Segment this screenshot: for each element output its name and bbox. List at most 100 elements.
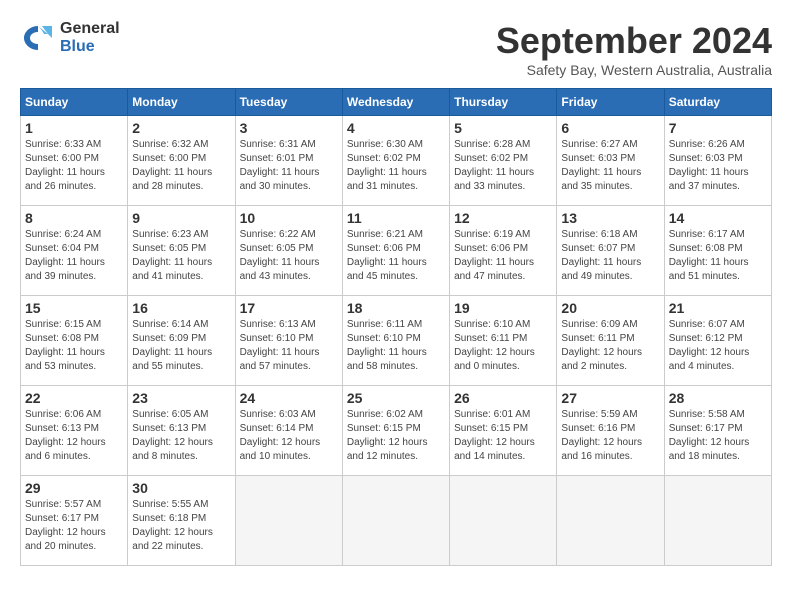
- calendar: SundayMondayTuesdayWednesdayThursdayFrid…: [20, 88, 772, 566]
- day-number: 13: [561, 210, 659, 226]
- day-info: Sunrise: 6:33 AMSunset: 6:00 PMDaylight:…: [25, 138, 123, 194]
- day-cell: 11 Sunrise: 6:21 AMSunset: 6:06 PMDayligh…: [342, 206, 449, 296]
- day-cell: 24 Sunrise: 6:03 AMSunset: 6:14 PMDayligh…: [235, 386, 342, 476]
- day-info: Sunrise: 6:24 AMSunset: 6:04 PMDaylight:…: [25, 228, 123, 284]
- day-cell: [664, 476, 771, 566]
- header-sunday: Sunday: [21, 89, 128, 116]
- day-info: Sunrise: 5:55 AMSunset: 6:18 PMDaylight:…: [132, 498, 230, 554]
- day-number: 2: [132, 120, 230, 136]
- day-number: 27: [561, 390, 659, 406]
- day-info: Sunrise: 6:01 AMSunset: 6:15 PMDaylight:…: [454, 408, 552, 464]
- logo: General Blue: [20, 20, 120, 56]
- week-row-4: 22 Sunrise: 6:06 AMSunset: 6:13 PMDayligh…: [21, 386, 772, 476]
- header-thursday: Thursday: [450, 89, 557, 116]
- title-area: September 2024 Safety Bay, Western Austr…: [496, 20, 772, 78]
- day-number: 23: [132, 390, 230, 406]
- day-number: 1: [25, 120, 123, 136]
- day-info: Sunrise: 6:17 AMSunset: 6:08 PMDaylight:…: [669, 228, 767, 284]
- day-cell: [557, 476, 664, 566]
- day-number: 11: [347, 210, 445, 226]
- day-info: Sunrise: 6:11 AMSunset: 6:10 PMDaylight:…: [347, 318, 445, 374]
- day-cell: 3Sunrise: 6:31 AMSunset: 6:01 PMDaylight…: [235, 116, 342, 206]
- day-cell: 8 Sunrise: 6:24 AMSunset: 6:04 PMDaylight…: [21, 206, 128, 296]
- day-cell: 4 Sunrise: 6:30 AMSunset: 6:02 PMDaylight…: [342, 116, 449, 206]
- day-info: Sunrise: 6:02 AMSunset: 6:15 PMDaylight:…: [347, 408, 445, 464]
- header-tuesday: Tuesday: [235, 89, 342, 116]
- day-cell: 1 Sunrise: 6:33 AMSunset: 6:00 PMDaylight…: [21, 116, 128, 206]
- day-number: 4: [347, 120, 445, 136]
- day-cell: 9 Sunrise: 6:23 AMSunset: 6:05 PMDaylight…: [128, 206, 235, 296]
- day-number: 12: [454, 210, 552, 226]
- day-cell: 20 Sunrise: 6:09 AMSunset: 6:11 PMDayligh…: [557, 296, 664, 386]
- day-info: Sunrise: 6:18 AMSunset: 6:07 PMDaylight:…: [561, 228, 659, 284]
- day-cell: 10 Sunrise: 6:22 AMSunset: 6:05 PMDayligh…: [235, 206, 342, 296]
- day-cell: [342, 476, 449, 566]
- day-cell: 18 Sunrise: 6:11 AMSunset: 6:10 PMDayligh…: [342, 296, 449, 386]
- day-info: Sunrise: 6:23 AMSunset: 6:05 PMDaylight:…: [132, 228, 230, 284]
- day-cell: 23 Sunrise: 6:05 AMSunset: 6:13 PMDayligh…: [128, 386, 235, 476]
- day-info: Sunrise: 6:21 AMSunset: 6:06 PMDaylight:…: [347, 228, 445, 284]
- day-number: 26: [454, 390, 552, 406]
- header-friday: Friday: [557, 89, 664, 116]
- day-cell: 2 Sunrise: 6:32 AMSunset: 6:00 PMDaylight…: [128, 116, 235, 206]
- day-info: Sunrise: 6:22 AMSunset: 6:05 PMDaylight:…: [240, 228, 338, 284]
- day-info: Sunrise: 6:05 AMSunset: 6:13 PMDaylight:…: [132, 408, 230, 464]
- day-cell: [235, 476, 342, 566]
- day-number: 25: [347, 390, 445, 406]
- header: General Blue September 2024 Safety Bay, …: [20, 20, 772, 78]
- day-cell: 14Sunrise: 6:17 AMSunset: 6:08 PMDayligh…: [664, 206, 771, 296]
- logo-general: General: [60, 20, 120, 38]
- day-cell: 16Sunrise: 6:14 AMSunset: 6:09 PMDayligh…: [128, 296, 235, 386]
- day-cell: 28 Sunrise: 5:58 AMSunset: 6:17 PMDayligh…: [664, 386, 771, 476]
- header-saturday: Saturday: [664, 89, 771, 116]
- day-info: Sunrise: 6:09 AMSunset: 6:11 PMDaylight:…: [561, 318, 659, 374]
- week-row-5: 29 Sunrise: 5:57 AMSunset: 6:17 PMDayligh…: [21, 476, 772, 566]
- day-cell: 29 Sunrise: 5:57 AMSunset: 6:17 PMDayligh…: [21, 476, 128, 566]
- day-number: 20: [561, 300, 659, 316]
- day-cell: 12Sunrise: 6:19 AMSunset: 6:06 PMDayligh…: [450, 206, 557, 296]
- day-info: Sunrise: 5:58 AMSunset: 6:17 PMDaylight:…: [669, 408, 767, 464]
- day-number: 24: [240, 390, 338, 406]
- day-number: 7: [669, 120, 767, 136]
- day-info: Sunrise: 5:59 AMSunset: 6:16 PMDaylight:…: [561, 408, 659, 464]
- day-number: 15: [25, 300, 123, 316]
- day-number: 22: [25, 390, 123, 406]
- header-wednesday: Wednesday: [342, 89, 449, 116]
- logo-blue: Blue: [60, 38, 120, 56]
- week-row-2: 8 Sunrise: 6:24 AMSunset: 6:04 PMDaylight…: [21, 206, 772, 296]
- day-info: Sunrise: 6:28 AMSunset: 6:02 PMDaylight:…: [454, 138, 552, 194]
- day-number: 28: [669, 390, 767, 406]
- day-cell: 22 Sunrise: 6:06 AMSunset: 6:13 PMDayligh…: [21, 386, 128, 476]
- day-info: Sunrise: 6:32 AMSunset: 6:00 PMDaylight:…: [132, 138, 230, 194]
- day-number: 5: [454, 120, 552, 136]
- day-number: 10: [240, 210, 338, 226]
- day-number: 30: [132, 480, 230, 496]
- day-info: Sunrise: 6:26 AMSunset: 6:03 PMDaylight:…: [669, 138, 767, 194]
- day-number: 19: [454, 300, 552, 316]
- day-number: 29: [25, 480, 123, 496]
- day-info: Sunrise: 6:15 AMSunset: 6:08 PMDaylight:…: [25, 318, 123, 374]
- day-number: 17: [240, 300, 338, 316]
- day-info: Sunrise: 6:10 AMSunset: 6:11 PMDaylight:…: [454, 318, 552, 374]
- day-info: Sunrise: 6:07 AMSunset: 6:12 PMDaylight:…: [669, 318, 767, 374]
- header-monday: Monday: [128, 89, 235, 116]
- day-number: 6: [561, 120, 659, 136]
- day-cell: 15 Sunrise: 6:15 AMSunset: 6:08 PMDayligh…: [21, 296, 128, 386]
- day-number: 9: [132, 210, 230, 226]
- day-number: 8: [25, 210, 123, 226]
- logo-icon: [20, 20, 56, 56]
- week-row-1: 1 Sunrise: 6:33 AMSunset: 6:00 PMDaylight…: [21, 116, 772, 206]
- month-title: September 2024: [496, 20, 772, 62]
- day-cell: 13 Sunrise: 6:18 AMSunset: 6:07 PMDayligh…: [557, 206, 664, 296]
- day-cell: 21Sunrise: 6:07 AMSunset: 6:12 PMDayligh…: [664, 296, 771, 386]
- day-info: Sunrise: 6:06 AMSunset: 6:13 PMDaylight:…: [25, 408, 123, 464]
- day-cell: 6Sunrise: 6:27 AMSunset: 6:03 PMDaylight…: [557, 116, 664, 206]
- day-cell: 5 Sunrise: 6:28 AMSunset: 6:02 PMDaylight…: [450, 116, 557, 206]
- day-info: Sunrise: 6:14 AMSunset: 6:09 PMDaylight:…: [132, 318, 230, 374]
- day-info: Sunrise: 5:57 AMSunset: 6:17 PMDaylight:…: [25, 498, 123, 554]
- day-number: 18: [347, 300, 445, 316]
- day-info: Sunrise: 6:30 AMSunset: 6:02 PMDaylight:…: [347, 138, 445, 194]
- day-cell: 26 Sunrise: 6:01 AMSunset: 6:15 PMDayligh…: [450, 386, 557, 476]
- week-row-3: 15 Sunrise: 6:15 AMSunset: 6:08 PMDayligh…: [21, 296, 772, 386]
- day-info: Sunrise: 6:03 AMSunset: 6:14 PMDaylight:…: [240, 408, 338, 464]
